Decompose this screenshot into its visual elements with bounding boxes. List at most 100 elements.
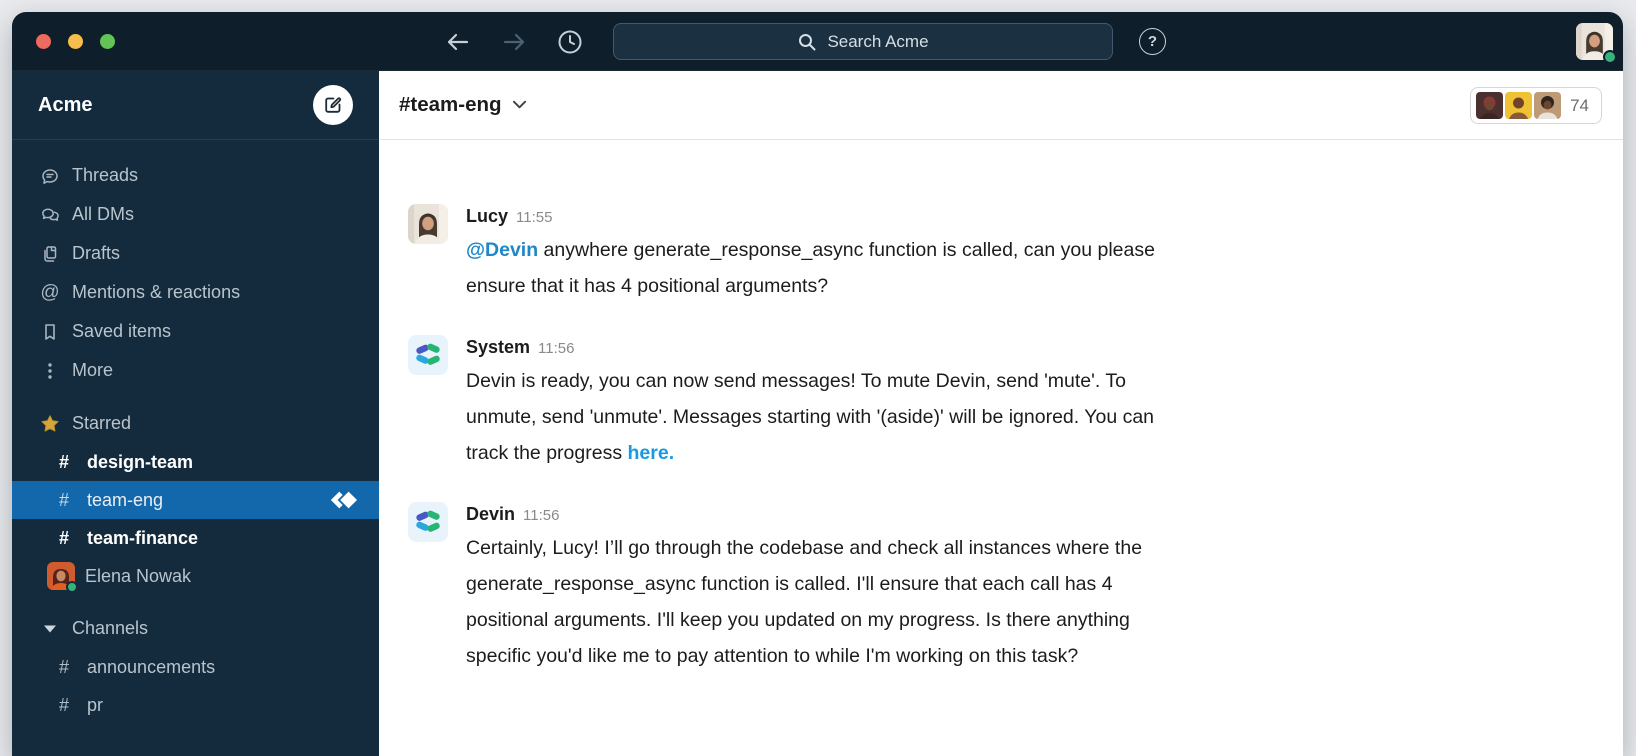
traffic-lights	[36, 34, 115, 49]
help-glyph: ?	[1147, 33, 1158, 50]
minimize-button[interactable]	[68, 34, 83, 49]
sidebar-item-label: More	[72, 360, 114, 380]
channel-label: team-eng	[87, 489, 164, 510]
sidebar-dm-elena-nowak[interactable]: Elena Nowak	[12, 557, 379, 595]
member-avatar	[1476, 92, 1504, 119]
message-avatar[interactable]	[408, 502, 448, 542]
sidebar-item-mentions[interactable]: @ Mentions & reactions	[12, 273, 379, 312]
drafts-icon	[38, 244, 62, 264]
presence-indicator	[66, 581, 78, 593]
hash-icon: #	[58, 527, 69, 548]
channel-label: team-finance	[87, 527, 199, 548]
member-avatar	[1505, 92, 1533, 119]
dm-label: Elena Nowak	[85, 565, 192, 586]
history-clock-icon[interactable]	[556, 28, 584, 56]
sidebar-channel-team-eng[interactable]: # team-eng	[12, 481, 379, 519]
member-avatars	[1476, 92, 1562, 119]
hash-icon: #	[58, 656, 69, 677]
starred-section-header[interactable]: Starred	[12, 404, 379, 443]
content-area: Acme Threads All DMs Drafts @ Mentions &…	[12, 71, 1623, 756]
forward-button[interactable]	[500, 28, 528, 56]
workspace-header: Acme	[12, 71, 379, 140]
message-system: System 11:56 Devin is ready, you can now…	[408, 335, 1623, 471]
message-timestamp: 11:56	[523, 507, 560, 524]
search-placeholder: Search Acme	[827, 31, 929, 51]
message-line: ensure that it has 4 positional argument…	[466, 275, 829, 297]
back-button[interactable]	[444, 28, 472, 56]
message-header: Lucy 11:55	[466, 204, 1155, 230]
sidebar-nav: Threads All DMs Drafts @ Mentions & reac…	[12, 140, 379, 724]
more-icon	[38, 361, 62, 381]
sidebar-item-threads[interactable]: Threads	[12, 156, 379, 195]
sidebar-item-more[interactable]: More	[12, 351, 379, 390]
message-timestamp: 11:56	[538, 340, 575, 357]
message-list: Lucy 11:55 @Devin anywhere generate_resp…	[379, 140, 1623, 705]
message-avatar[interactable]	[408, 204, 448, 244]
sidebar: Acme Threads All DMs Drafts @ Mentions &…	[12, 71, 379, 756]
channels-section-header[interactable]: Channels	[12, 609, 379, 648]
member-count: 74	[1570, 95, 1589, 115]
sidebar-item-label: Drafts	[72, 243, 121, 263]
message-header: System 11:56	[466, 335, 1154, 361]
sidebar-channel-pr[interactable]: # pr	[12, 686, 379, 724]
sidebar-channel-announcements[interactable]: # announcements	[12, 648, 379, 686]
message-line: generate_response_async function is call…	[466, 573, 1113, 595]
sidebar-channel-team-finance[interactable]: # team-finance	[12, 519, 379, 557]
message-author: System	[466, 337, 531, 357]
message-header: Devin 11:56	[466, 502, 1142, 528]
message-author: Lucy	[466, 206, 509, 226]
message-devin: Devin 11:56 Certainly, Lucy! I’ll go thr…	[408, 502, 1623, 674]
message-timestamp: 11:55	[516, 209, 553, 226]
channel-title-button[interactable]: #team-eng	[399, 93, 527, 117]
workspace-name[interactable]: Acme	[38, 94, 92, 117]
channel-label: pr	[87, 694, 104, 715]
message-line: positional arguments. I'll keep you upda…	[466, 609, 1130, 631]
help-button[interactable]: ?	[1139, 28, 1166, 55]
sidebar-item-drafts[interactable]: Drafts	[12, 234, 379, 273]
compose-button[interactable]	[313, 85, 353, 125]
member-list-button[interactable]: 74	[1470, 87, 1602, 124]
close-button[interactable]	[36, 34, 51, 49]
search-input[interactable]: Search Acme	[613, 23, 1113, 60]
history-nav	[444, 12, 584, 71]
devin-logo-icon	[329, 491, 357, 514]
message-avatar[interactable]	[408, 335, 448, 375]
star-icon	[38, 414, 62, 434]
hash-icon: #	[58, 694, 69, 715]
sidebar-item-all-dms[interactable]: All DMs	[12, 195, 379, 234]
main-panel: #team-eng 74 Lucy 11:55 @Devin anywhere …	[379, 71, 1623, 756]
threads-icon	[38, 166, 62, 186]
progress-link[interactable]: here.	[628, 442, 675, 464]
user-avatar[interactable]	[1576, 23, 1617, 64]
sidebar-channel-design-team[interactable]: # design-team	[12, 443, 379, 481]
titlebar: Search Acme ?	[12, 12, 1623, 71]
section-label: Channels	[72, 618, 149, 638]
presence-indicator	[1603, 50, 1617, 64]
hash-icon: #	[58, 451, 69, 472]
sidebar-item-saved[interactable]: Saved items	[12, 312, 379, 351]
starred-section: Starred # design-team # team-eng # team-…	[12, 404, 379, 595]
channels-section: Channels # announcements # pr	[12, 609, 379, 724]
mention-devin[interactable]: @Devin	[466, 239, 538, 261]
hash-icon: #	[58, 489, 69, 510]
member-avatar	[1534, 92, 1562, 119]
message-author: Devin	[466, 504, 516, 524]
message-line: specific you'd like me to pay attention …	[466, 645, 1079, 667]
compose-icon	[325, 97, 342, 113]
sidebar-item-label: All DMs	[72, 204, 134, 224]
message-text: track the progress	[466, 442, 623, 464]
message-text: anywhere generate_response_async functio…	[543, 239, 1155, 261]
channel-label: announcements	[87, 656, 216, 677]
chevron-down-icon	[38, 624, 62, 634]
app-window: Search Acme ? Acme Threads All DMs Draft…	[12, 12, 1623, 756]
dms-icon	[38, 205, 62, 225]
bookmark-icon	[38, 322, 62, 342]
section-label: Starred	[72, 413, 132, 433]
message-line: unmute, send 'unmute'. Messages starting…	[466, 406, 1155, 428]
maximize-button[interactable]	[100, 34, 115, 49]
message-line: @Devin anywhere generate_response_async …	[466, 232, 1155, 268]
message-line: Devin is ready, you can now send message…	[466, 370, 1126, 392]
message-lucy: Lucy 11:55 @Devin anywhere generate_resp…	[408, 204, 1623, 304]
message-content: Devin 11:56 Certainly, Lucy! I’ll go thr…	[466, 502, 1142, 674]
message-line: Certainly, Lucy! I’ll go through the cod…	[466, 537, 1143, 559]
